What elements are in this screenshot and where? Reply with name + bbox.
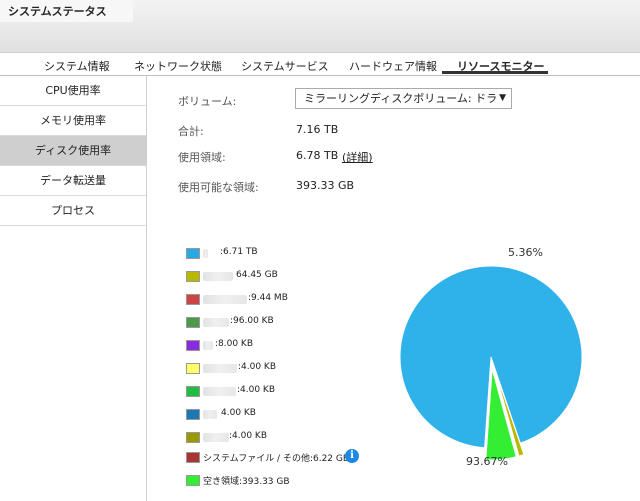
disk-usage-pie-chart — [399, 265, 583, 461]
pie-label-used: 93.67% — [466, 455, 508, 468]
pie-label-free: 5.36% — [508, 246, 543, 259]
